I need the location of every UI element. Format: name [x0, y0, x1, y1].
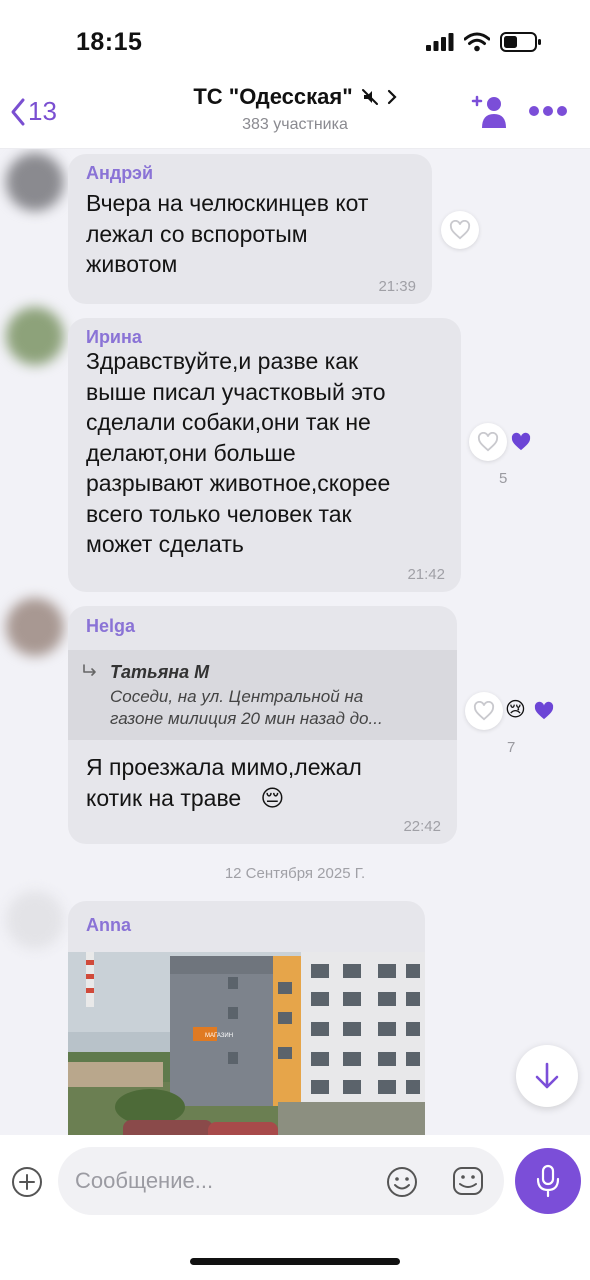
sticker-button[interactable]: [451, 1164, 485, 1203]
quote-text: Соседи, на ул. Центральной на газоне мил…: [110, 687, 383, 728]
message-bubble[interactable]: Ирина Здравствуйте,и разве как выше писа…: [68, 318, 461, 592]
voice-message-button[interactable]: [515, 1148, 581, 1214]
sender-name: Ирина: [86, 327, 142, 347]
message-text: Здравствуйте,и разве как выше писал учас…: [86, 348, 391, 557]
like-button[interactable]: [469, 423, 507, 461]
reply-quote[interactable]: Татьяна М Соседи, на ул. Центральной на …: [68, 650, 457, 740]
message-input-placeholder: Сообщение...: [75, 1168, 214, 1193]
sender-name: Андрэй: [86, 163, 154, 183]
heart-icon: [477, 432, 499, 452]
message-time: 21:39: [378, 278, 416, 295]
reply-icon: [83, 664, 96, 676]
wifi-icon: [464, 32, 490, 52]
sender-name: Helga: [86, 616, 136, 636]
arrow-down-icon: [535, 1062, 559, 1089]
attach-button[interactable]: [11, 1166, 43, 1203]
avatar[interactable]: [6, 153, 64, 211]
scroll-to-bottom-button[interactable]: [516, 1045, 578, 1107]
more-icon: [529, 106, 567, 116]
quote-author: Татьяна М: [110, 662, 210, 682]
home-indicator[interactable]: [190, 1258, 400, 1265]
chat-area[interactable]: Андрэй Вчера на челюскинцев кот лежал со…: [0, 149, 590, 1135]
reaction-count[interactable]: 7: [507, 739, 515, 756]
back-chevron-icon: [11, 98, 25, 125]
chevron-right-icon: [387, 89, 397, 105]
heart-reaction-icon: [534, 701, 554, 720]
add-member-icon: [471, 95, 506, 128]
chat-title-area[interactable]: ТС "Одесская" 383 участника: [150, 84, 440, 134]
message-input[interactable]: Сообщение...: [58, 1147, 504, 1215]
battery-icon: [500, 32, 541, 52]
sticker-icon: [453, 1167, 483, 1195]
date-separator: 12 Сентября 2025 Г.: [224, 865, 366, 882]
sender-name: Anna: [86, 915, 131, 935]
plus-icon: [12, 1167, 42, 1197]
avatar[interactable]: [6, 598, 64, 656]
heart-icon: [473, 701, 495, 721]
crying-reaction-emoji: 😢: [505, 699, 526, 721]
more-button[interactable]: [528, 104, 568, 123]
message-time: 21:42: [407, 566, 445, 583]
emoji-pensive: 😔: [260, 784, 285, 811]
message-time: 22:42: [403, 818, 441, 835]
like-button[interactable]: [441, 211, 479, 249]
status-icons: [426, 32, 542, 52]
mic-icon: [536, 1164, 560, 1198]
photo-image[interactable]: МАГАЗИН: [68, 952, 425, 1135]
status-time: 18:15: [76, 28, 143, 56]
heart-icon: [449, 220, 471, 240]
message-text: Вчера на челюскинцев кот лежал со вспоро…: [86, 190, 369, 277]
heart-reaction-icon: [511, 432, 531, 451]
message-bubble[interactable]: Андрэй Вчера на челюскинцев кот лежал со…: [68, 154, 432, 304]
avatar[interactable]: [6, 307, 64, 365]
like-button[interactable]: [465, 692, 503, 730]
avatar[interactable]: [6, 891, 64, 949]
emoji-icon: [387, 1167, 417, 1197]
message-text: Я проезжала мимо,лежал котик на траве 😔: [86, 754, 362, 811]
message-bubble[interactable]: Anna МАГАЗИН: [68, 901, 425, 1135]
reaction-count[interactable]: 5: [499, 470, 507, 487]
message-bubble[interactable]: Helga Татьяна М Соседи, на ул. Центральн…: [68, 606, 457, 844]
emoji-button[interactable]: [385, 1165, 419, 1204]
mute-icon: [361, 89, 378, 105]
cellular-signal-icon: [426, 33, 454, 51]
back-button[interactable]: 13: [10, 96, 57, 127]
chat-title: ТС "Одесская": [193, 84, 353, 109]
photo-sign-text: МАГАЗИН: [205, 1033, 233, 1039]
add-member-button[interactable]: [470, 94, 510, 139]
chat-subtitle: 383 участника: [242, 116, 348, 133]
back-count: 13: [28, 96, 57, 126]
